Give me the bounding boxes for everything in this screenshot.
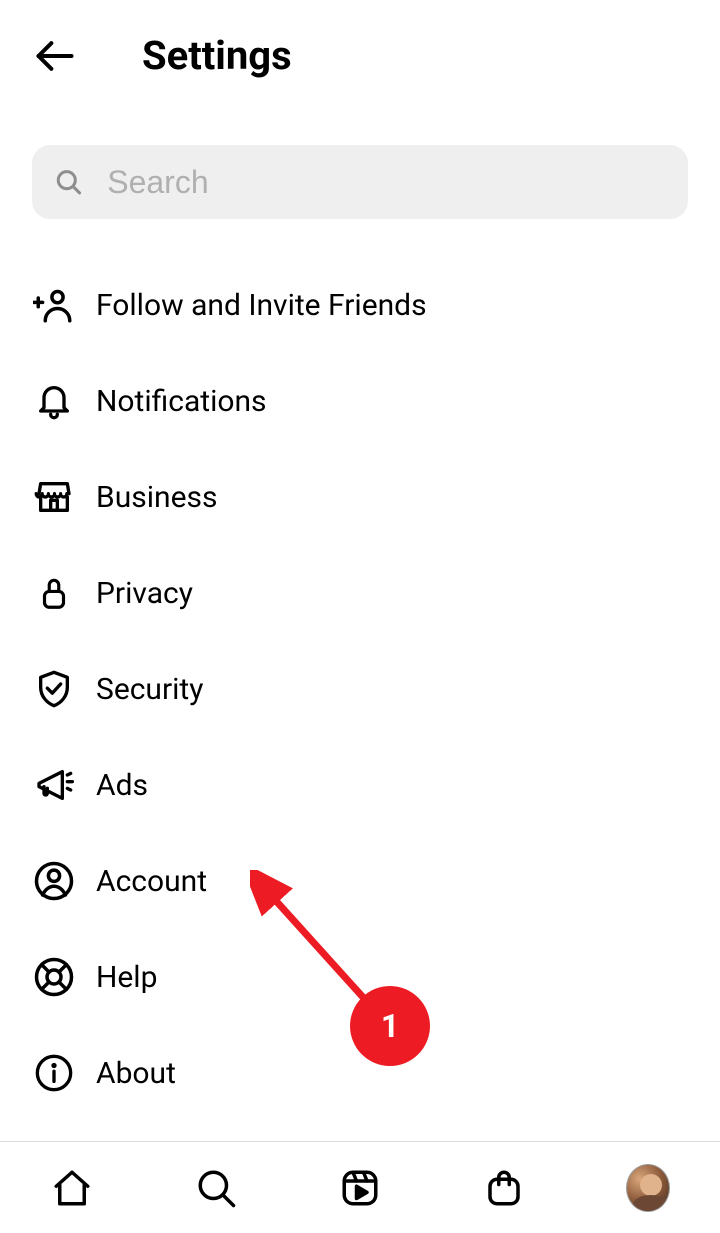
menu-label: Security: [96, 672, 203, 707]
lock-icon: [32, 571, 76, 615]
menu-item-business[interactable]: Business: [32, 449, 688, 545]
menu-list: Follow and Invite Friends Notifications …: [0, 249, 720, 1121]
menu-item-account[interactable]: Account: [32, 833, 688, 929]
bottom-nav: [0, 1141, 720, 1233]
home-icon: [51, 1167, 93, 1209]
menu-label: Follow and Invite Friends: [96, 288, 427, 323]
menu-item-follow-invite[interactable]: Follow and Invite Friends: [32, 257, 688, 353]
avatar-icon: [626, 1164, 670, 1212]
nav-home[interactable]: [50, 1166, 94, 1210]
search-icon: [54, 166, 83, 198]
life-ring-icon: [32, 955, 76, 999]
nav-shop[interactable]: [482, 1166, 526, 1210]
nav-search[interactable]: [194, 1166, 238, 1210]
nav-reels[interactable]: [338, 1166, 382, 1210]
menu-label: Account: [96, 864, 207, 899]
back-button[interactable]: [32, 33, 78, 79]
menu-label: Help: [96, 960, 157, 995]
menu-label: Ads: [96, 768, 148, 803]
shield-check-icon: [32, 667, 76, 711]
search-input[interactable]: [107, 164, 666, 201]
page-title: Settings: [142, 32, 292, 79]
search-container: [32, 145, 688, 219]
nav-profile[interactable]: [626, 1166, 670, 1210]
menu-label: Notifications: [96, 384, 267, 419]
menu-item-about[interactable]: About: [32, 1025, 688, 1121]
user-circle-icon: [32, 859, 76, 903]
menu-label: About: [96, 1056, 176, 1091]
menu-label: Business: [96, 480, 217, 515]
bell-icon: [32, 379, 76, 423]
megaphone-icon: [32, 763, 76, 807]
header: Settings: [0, 0, 720, 99]
shop-icon: [483, 1167, 525, 1209]
person-plus-icon: [32, 283, 76, 327]
menu-label: Privacy: [96, 576, 193, 611]
menu-item-help[interactable]: Help: [32, 929, 688, 1025]
storefront-icon: [32, 475, 76, 519]
search-bar[interactable]: [32, 145, 688, 219]
menu-item-ads[interactable]: Ads: [32, 737, 688, 833]
menu-item-notifications[interactable]: Notifications: [32, 353, 688, 449]
menu-item-security[interactable]: Security: [32, 641, 688, 737]
menu-item-privacy[interactable]: Privacy: [32, 545, 688, 641]
info-circle-icon: [32, 1051, 76, 1095]
arrow-left-icon: [33, 34, 77, 78]
reels-icon: [339, 1167, 381, 1209]
search-icon: [195, 1167, 237, 1209]
